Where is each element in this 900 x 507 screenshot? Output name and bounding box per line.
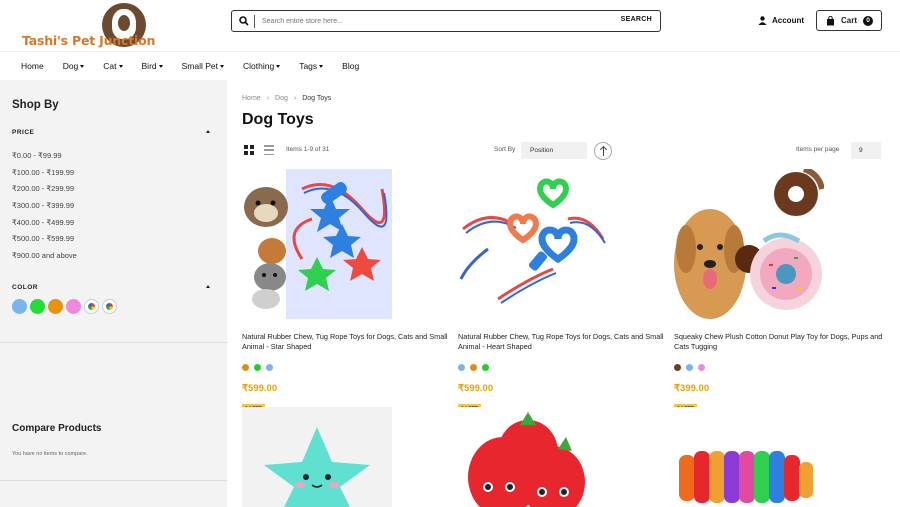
nav-item-home[interactable]: Home (21, 61, 44, 71)
color-swatch-multicolor[interactable] (84, 299, 99, 314)
items-per-page-label: Items per page (796, 146, 840, 153)
shop-by-title: Shop By (12, 99, 59, 111)
color-swatch-blue[interactable] (12, 299, 27, 314)
price-filter-option[interactable]: ₹500.00 - ₹599.99 (12, 231, 77, 248)
search-button[interactable]: SEARCH (621, 16, 652, 23)
color-swatch-pink[interactable] (66, 299, 81, 314)
product-color-options (674, 364, 705, 371)
price-filter-option[interactable]: ₹200.00 - ₹299.99 (12, 181, 77, 198)
sort-by-select[interactable]: Position (521, 142, 587, 159)
site-header: Tashi's Pet Junction SEARCH Account Cart… (0, 0, 900, 52)
color-option-blue[interactable] (458, 364, 465, 371)
divider (0, 342, 227, 343)
breadcrumb: Home › Dog › Dog Toys (242, 95, 331, 102)
product-price: ₹399.00 (674, 383, 710, 394)
color-option-blue[interactable] (266, 364, 273, 371)
product-price: ₹599.00 (242, 383, 278, 394)
color-swatch-orange[interactable] (48, 299, 63, 314)
color-option-green[interactable] (254, 364, 261, 371)
listing-toolbar: Items 1-9 of 31 Sort By Position Items p… (242, 142, 882, 160)
color-swatch-multicolor-2[interactable] (102, 299, 117, 314)
color-option-green[interactable] (482, 364, 489, 371)
caret-down-icon (118, 65, 123, 69)
search-bar: SEARCH (231, 10, 661, 32)
price-filter-heading[interactable]: PRICE (12, 129, 34, 136)
nav-item-clothing[interactable]: Clothing (243, 61, 281, 71)
breadcrumb-home[interactable]: Home (242, 95, 261, 102)
breadcrumb-current: Dog Toys (302, 95, 332, 102)
color-filter-heading[interactable]: COLOR (12, 284, 38, 291)
cart-count-badge: 0 (863, 15, 874, 26)
collapse-price-icon[interactable] (206, 130, 210, 133)
price-filter-option[interactable]: ₹300.00 - ₹399.99 (12, 198, 77, 215)
color-option-orange[interactable] (470, 364, 477, 371)
product-price: ₹599.00 (458, 383, 494, 394)
color-option-orange[interactable] (242, 364, 249, 371)
product-image-star-toy[interactable] (242, 169, 392, 319)
items-per-page-select[interactable]: 9 (851, 142, 881, 159)
account-link[interactable]: Account (758, 13, 804, 27)
caret-down-icon (158, 65, 163, 69)
caret-down-icon (80, 65, 85, 69)
product-name[interactable]: Natural Rubber Chew, Tug Rope Toys for D… (242, 332, 452, 352)
account-label: Account (772, 15, 804, 25)
color-swatch-green[interactable] (30, 299, 45, 314)
cart-label: Cart (841, 16, 858, 25)
nav-item-tags[interactable]: Tags (299, 61, 324, 71)
caret-down-icon (319, 65, 324, 69)
chevron-right-icon: › (293, 95, 297, 102)
list-view-icon[interactable] (264, 145, 274, 155)
sidebar: Shop By PRICE ₹0.00 - ₹99.99 ₹100.00 - ₹… (0, 80, 227, 507)
cart-button[interactable]: Cart 0 (816, 10, 882, 31)
product-color-options (458, 364, 489, 371)
breadcrumb-dog[interactable]: Dog (275, 95, 288, 102)
product-color-options (242, 364, 273, 371)
main-nav: Home Dog Cat Bird Small Pet Clothing Tag… (0, 52, 900, 80)
price-filter-option[interactable]: ₹100.00 - ₹199.99 (12, 165, 77, 182)
nav-item-cat[interactable]: Cat (103, 61, 123, 71)
nav-item-small-pet[interactable]: Small Pet (182, 61, 225, 71)
price-filter-option[interactable]: ₹400.00 - ₹499.99 (12, 215, 77, 232)
caret-down-icon (220, 65, 225, 69)
logo-text: Tashi's Pet Junction (22, 33, 156, 48)
product-name[interactable]: Squeaky Chew Plush Cotton Donut Play Toy… (674, 332, 884, 352)
collapse-color-icon[interactable] (206, 285, 210, 288)
nav-item-bird[interactable]: Bird (142, 61, 163, 71)
grid-view-icon[interactable] (244, 145, 254, 155)
shopping-bag-icon (827, 15, 834, 25)
search-input[interactable] (262, 14, 602, 28)
sort-direction-arrow-up-icon[interactable] (594, 142, 612, 160)
color-option-brown[interactable] (674, 364, 681, 371)
product-name[interactable]: Natural Rubber Chew, Tug Rope Toys for D… (458, 332, 668, 352)
site-logo[interactable]: Tashi's Pet Junction (20, 3, 155, 49)
product-image-heart-toy[interactable] (458, 169, 608, 319)
search-icon[interactable] (239, 16, 249, 26)
divider (0, 480, 227, 481)
compare-products-title: Compare Products (12, 423, 102, 434)
nav-item-blog[interactable]: Blog (342, 61, 359, 71)
price-filter-option[interactable]: ₹0.00 - ₹99.99 (12, 148, 77, 165)
price-filter-option[interactable]: ₹900.00 and above (12, 248, 77, 265)
product-image-donut-toy[interactable] (674, 169, 824, 319)
color-swatches (12, 299, 117, 314)
price-filter-list: ₹0.00 - ₹99.99 ₹100.00 - ₹199.99 ₹200.00… (12, 148, 77, 265)
items-count: Items 1-9 of 31 (286, 146, 330, 153)
user-icon (758, 15, 767, 25)
product-image-plush-star[interactable] (242, 407, 392, 507)
nav-item-dog[interactable]: Dog (63, 61, 85, 71)
sort-by-label: Sort By (494, 146, 516, 153)
color-option-blue[interactable] (686, 364, 693, 371)
page-title: Dog Toys (242, 111, 314, 128)
caret-down-icon (276, 65, 281, 69)
compare-empty-text: You have no items to compare. (12, 451, 88, 457)
product-image-plush-strawberry[interactable] (458, 407, 608, 507)
chevron-right-icon: › (266, 95, 270, 102)
color-option-pink[interactable] (698, 364, 705, 371)
product-image-rainbow-chew[interactable] (674, 407, 824, 507)
